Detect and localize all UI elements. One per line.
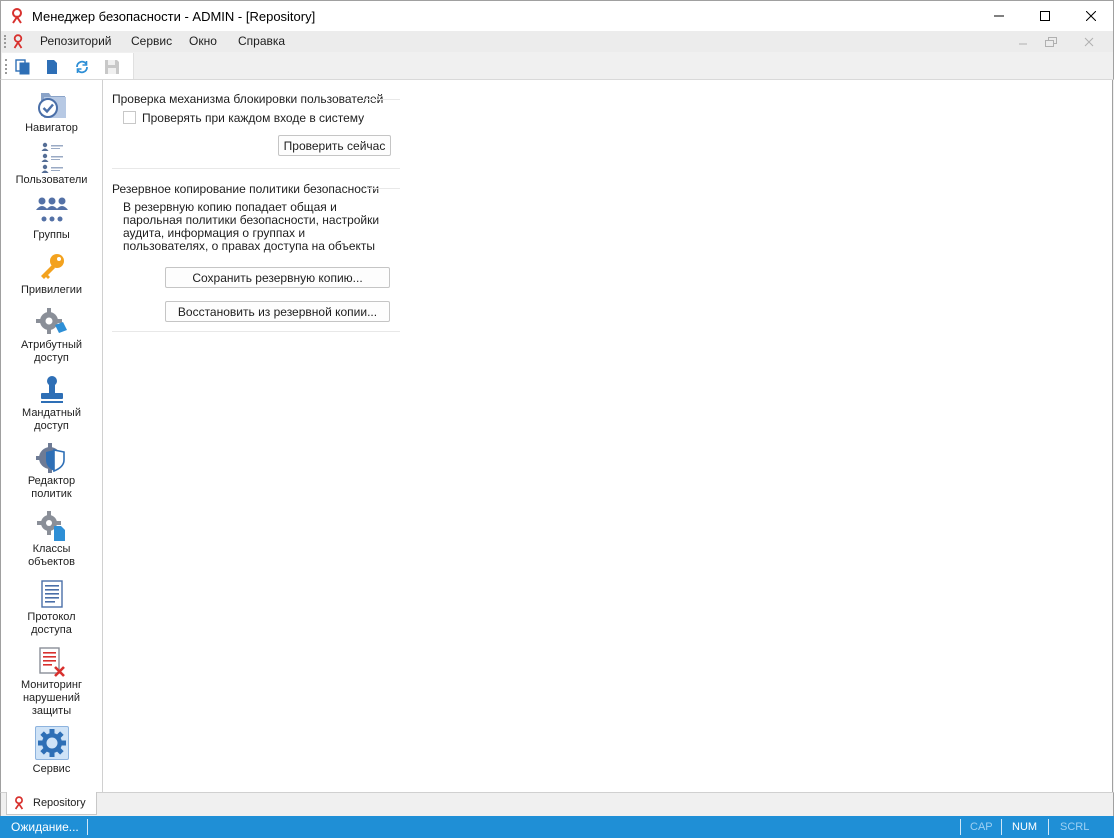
nav-item-attribute-access[interactable]: Атрибутный доступ — [1, 305, 102, 365]
nav-item-access-log[interactable]: Протокол доступа — [1, 577, 102, 637]
mdi-minimize-button[interactable] — [1015, 34, 1031, 50]
save-disk-icon — [105, 60, 119, 74]
menu-window[interactable]: Окно — [189, 34, 217, 48]
close-icon — [1084, 37, 1094, 47]
menu-bar: Репозиторий Сервис Окно Справка — [0, 31, 1114, 52]
nav-item-service[interactable]: Сервис — [1, 726, 102, 776]
nav-item-groups[interactable]: Группы — [1, 195, 102, 242]
minimize-button[interactable] — [976, 1, 1022, 31]
status-text: Ожидание... — [11, 820, 79, 834]
refresh-icon — [76, 60, 88, 74]
document-icon — [47, 60, 57, 74]
nav-label: Пользователи — [15, 174, 88, 186]
nav-label: Протокол доступа — [27, 611, 76, 636]
copy-document-icon — [15, 59, 30, 75]
title-bar: Менеджер безопасности - ADMIN - [Reposit… — [0, 0, 1114, 31]
menu-help[interactable]: Справка — [238, 34, 285, 48]
repository-tab[interactable]: Repository — [6, 792, 97, 815]
repository-logo-icon — [14, 796, 24, 810]
nav-label: Классы объектов — [28, 543, 75, 568]
nav-item-users[interactable]: Пользователи — [1, 140, 102, 187]
stamp-icon — [35, 373, 69, 407]
service-gear-icon — [34, 726, 69, 760]
maximize-button[interactable] — [1022, 1, 1068, 31]
status-divider — [960, 819, 961, 835]
log-document-icon — [35, 577, 69, 611]
groups-icon — [35, 195, 69, 229]
section-separator — [112, 331, 400, 332]
nav-item-mandatory-access[interactable]: Мандатный доступ — [1, 373, 102, 433]
nav-item-object-classes[interactable]: Классы объектов — [1, 509, 102, 569]
copy-button[interactable] — [12, 56, 34, 78]
close-button[interactable] — [1068, 1, 1114, 31]
nav-item-policy-editor[interactable]: Редактор политик — [1, 441, 102, 501]
nav-label: Навигатор — [25, 122, 78, 134]
backup-section-heading: Резервное копирование политики безопасно… — [112, 182, 380, 196]
content-area: Проверка механизма блокировки пользовате… — [103, 80, 1113, 792]
num-lock-indicator: NUM — [1012, 821, 1038, 833]
status-divider — [87, 819, 88, 835]
key-icon — [35, 250, 69, 284]
status-bar: Ожидание... CAP NUM SCRL — [0, 816, 1114, 838]
log-error-icon — [35, 645, 69, 679]
check-now-button[interactable]: Проверить сейчас — [278, 135, 391, 156]
maximize-icon — [1040, 11, 1050, 21]
mdi-restore-button[interactable] — [1043, 34, 1059, 50]
app-logo-icon — [12, 8, 22, 24]
nav-label: Атрибутный доступ — [20, 339, 83, 364]
nav-label: Мониторинг нарушений защиты — [20, 679, 82, 717]
nav-item-navigator[interactable]: Навигатор — [1, 88, 102, 135]
check-on-login-checkbox[interactable] — [123, 111, 136, 124]
nav-item-privileges[interactable]: Привилегии — [1, 250, 102, 297]
status-divider — [1048, 819, 1049, 835]
nav-label: Мандатный доступ — [22, 407, 81, 432]
nav-label: Группы — [33, 229, 70, 241]
scroll-lock-indicator: SCRL — [1060, 821, 1090, 833]
lock-section-heading: Проверка механизма блокировки пользовате… — [112, 92, 384, 106]
menu-service[interactable]: Сервис — [131, 34, 172, 48]
toolbar-grip — [5, 59, 7, 74]
document-button[interactable] — [41, 56, 63, 78]
nav-label: Сервис — [32, 763, 71, 775]
gear-document-icon — [35, 509, 69, 543]
gear-shield-icon — [35, 441, 69, 475]
nav-item-violation-monitoring[interactable]: Мониторинг нарушений защиты — [1, 645, 102, 718]
refresh-button[interactable] — [71, 56, 93, 78]
document-logo-icon[interactable] — [12, 34, 24, 49]
document-tab-bar: Repository — [0, 792, 1114, 816]
users-list-icon — [35, 140, 69, 174]
close-icon — [1086, 11, 1096, 21]
section-separator — [112, 168, 400, 169]
restore-icon — [1045, 37, 1057, 47]
navigator-folder-icon — [35, 88, 69, 122]
backup-description: В резервную копию попадает общая и парол… — [123, 200, 380, 253]
toolbar-panel — [2, 53, 134, 79]
window-title: Менеджер безопасности - ADMIN - [Reposit… — [32, 9, 316, 24]
nav-label: Привилегии — [21, 284, 82, 296]
mdi-close-button[interactable] — [1081, 34, 1097, 50]
minimize-icon — [1019, 43, 1027, 45]
check-on-login-label: Проверять при каждом входе в систему — [142, 111, 365, 125]
menu-repository[interactable]: Репозиторий — [40, 34, 112, 48]
save-backup-button[interactable]: Сохранить резервную копию... — [165, 267, 390, 288]
save-button[interactable] — [101, 56, 123, 78]
caps-lock-indicator: CAP — [970, 821, 993, 833]
navigation-panel: Навигатор Пользователи Группы Привилегии… — [0, 80, 103, 792]
toolbar — [0, 52, 1114, 80]
repository-tab-label: Repository — [33, 797, 86, 809]
menu-grip — [4, 35, 6, 48]
minimize-icon — [994, 15, 1004, 17]
section-separator — [363, 188, 400, 189]
section-separator — [365, 99, 400, 100]
restore-backup-button[interactable]: Восстановить из резервной копии... — [165, 301, 390, 322]
nav-label: Редактор политик — [27, 475, 76, 500]
status-divider — [1001, 819, 1002, 835]
gear-tag-icon — [35, 305, 69, 339]
